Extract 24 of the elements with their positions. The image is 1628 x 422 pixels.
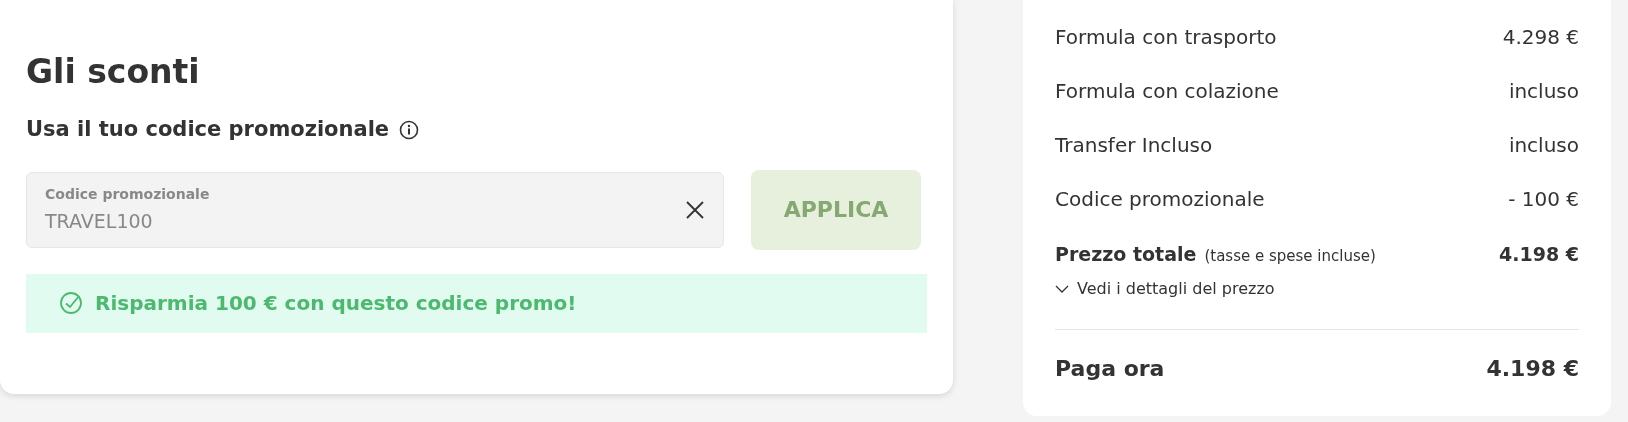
- price-value: 4.298 €: [1502, 24, 1579, 51]
- price-value: incluso: [1508, 78, 1579, 105]
- price-label: Codice promozionale: [1055, 186, 1265, 213]
- price-value: - 100 €: [1508, 186, 1579, 213]
- price-label: Transfer Incluso: [1055, 132, 1213, 159]
- field-label: Codice promozionale: [45, 184, 211, 204]
- pay-now-label: Paga ora: [1055, 354, 1165, 383]
- section-title: Gli sconti: [26, 51, 200, 93]
- chevron-down-icon: [1055, 283, 1069, 294]
- field-value: TRAVEL100: [45, 208, 154, 234]
- price-label: Formula con colazione: [1055, 78, 1279, 105]
- total-value: 4.198 €: [1499, 242, 1579, 267]
- total-note: (tasse e spese incluse): [1204, 246, 1376, 267]
- subtitle: Usa il tuo codice promozionale: [26, 116, 390, 143]
- check-circle-icon: [59, 291, 83, 315]
- price-value: incluso: [1508, 132, 1579, 159]
- price-label: Formula con trasporto: [1055, 24, 1277, 51]
- price-details-link[interactable]: Vedi i dettagli del prezzo: [1055, 276, 1275, 301]
- success-message: Risparmia 100 € con questo codice promo!: [95, 290, 577, 317]
- promo-code-field[interactable]: Codice promozionale TRAVEL100: [26, 171, 724, 248]
- total-label: Prezzo totale: [1055, 242, 1197, 267]
- info-icon[interactable]: [399, 119, 420, 140]
- close-icon[interactable]: [685, 199, 705, 220]
- pay-now-value: 4.198 €: [1486, 354, 1579, 383]
